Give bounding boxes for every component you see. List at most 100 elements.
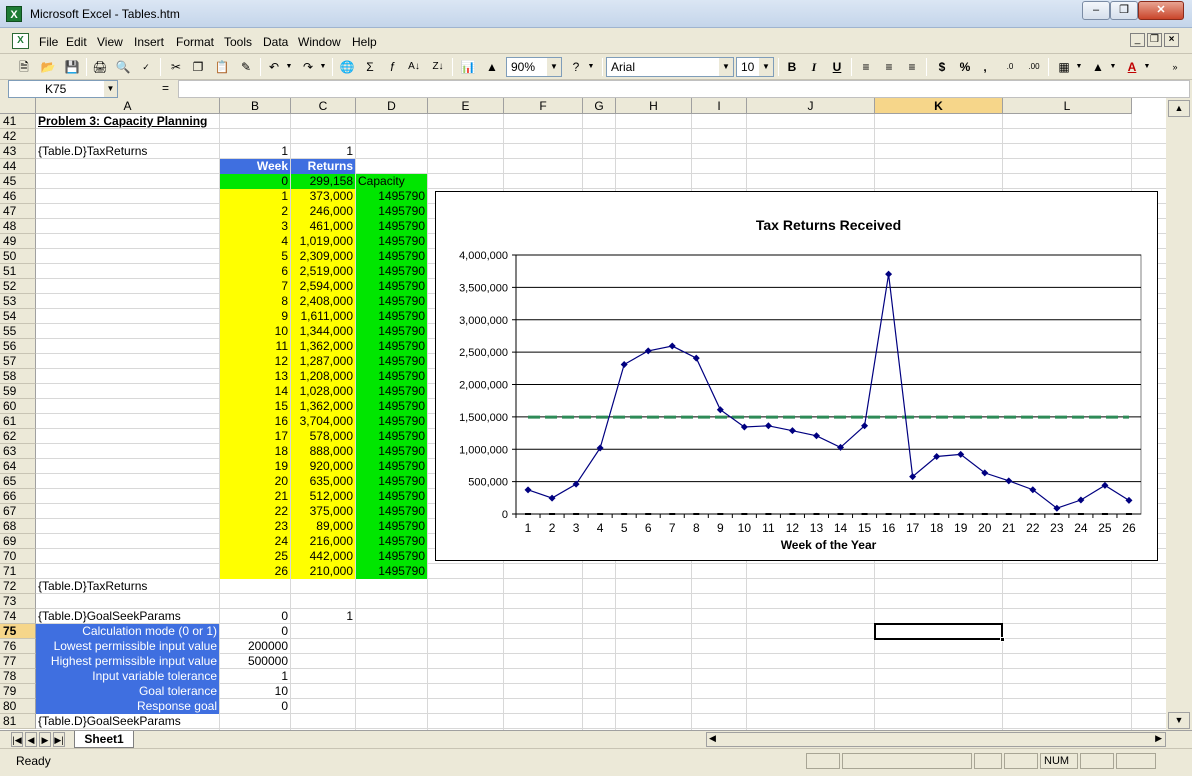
font-color-dropdown-icon[interactable]: ▼ bbox=[1142, 57, 1152, 77]
select-all-corner[interactable] bbox=[0, 98, 36, 114]
row-header-72[interactable]: 72 bbox=[0, 579, 36, 594]
header-week[interactable]: Week bbox=[220, 159, 290, 174]
capacity-cell[interactable]: 1495790 bbox=[356, 504, 427, 519]
tab-sheet1[interactable]: Sheet1 bbox=[74, 731, 134, 748]
returns-cell[interactable]: 375,000 bbox=[291, 504, 355, 519]
row-header-49[interactable]: 49 bbox=[0, 234, 36, 249]
menu-window[interactable]: Window bbox=[298, 35, 341, 49]
menu-insert[interactable]: Insert bbox=[134, 35, 164, 49]
row-header-53[interactable]: 53 bbox=[0, 294, 36, 309]
returns-cell[interactable]: 512,000 bbox=[291, 489, 355, 504]
week-cell[interactable]: 17 bbox=[220, 429, 290, 444]
capacity-label[interactable]: Capacity bbox=[356, 174, 427, 189]
week-cell[interactable]: 6 bbox=[220, 264, 290, 279]
row-header-77[interactable]: 77 bbox=[0, 654, 36, 669]
fill-handle[interactable] bbox=[1000, 637, 1005, 642]
underline-icon[interactable]: U bbox=[827, 57, 847, 77]
week-cell[interactable]: 19 bbox=[220, 459, 290, 474]
returns-cell[interactable]: 442,000 bbox=[291, 549, 355, 564]
week-cell[interactable]: 23 bbox=[220, 519, 290, 534]
row-header-57[interactable]: 57 bbox=[0, 354, 36, 369]
week-cell[interactable]: 7 bbox=[220, 279, 290, 294]
row-header-80[interactable]: 80 bbox=[0, 699, 36, 714]
param-value[interactable]: 0 bbox=[220, 624, 290, 639]
bold-icon[interactable]: B bbox=[782, 57, 802, 77]
undo-dropdown-icon[interactable]: ▼ bbox=[284, 57, 294, 77]
row-header-70[interactable]: 70 bbox=[0, 549, 36, 564]
row-header-51[interactable]: 51 bbox=[0, 264, 36, 279]
row-header-46[interactable]: 46 bbox=[0, 189, 36, 204]
week-cell[interactable]: 14 bbox=[220, 384, 290, 399]
returns-cell[interactable]: 635,000 bbox=[291, 474, 355, 489]
copy-icon[interactable]: ❐ bbox=[188, 57, 208, 77]
row-header-55[interactable]: 55 bbox=[0, 324, 36, 339]
row-header-71[interactable]: 71 bbox=[0, 564, 36, 579]
next-sheet-icon[interactable]: ▶ bbox=[39, 732, 51, 747]
cell-a74[interactable]: {Table.D}GoalSeekParams bbox=[36, 609, 219, 624]
week-cell[interactable]: 8 bbox=[220, 294, 290, 309]
capacity-cell[interactable]: 1495790 bbox=[356, 234, 427, 249]
capacity-cell[interactable]: 1495790 bbox=[356, 219, 427, 234]
vertical-scrollbar[interactable]: ▲ ▼ bbox=[1166, 98, 1192, 730]
column-header-g[interactable]: G bbox=[583, 98, 616, 114]
row-header-66[interactable]: 66 bbox=[0, 489, 36, 504]
row-header-79[interactable]: 79 bbox=[0, 684, 36, 699]
week-cell[interactable]: 16 bbox=[220, 414, 290, 429]
param-value[interactable]: 1 bbox=[220, 669, 290, 684]
returns-cell[interactable]: 888,000 bbox=[291, 444, 355, 459]
column-header-j[interactable]: J bbox=[747, 98, 875, 114]
param-label[interactable]: Goal tolerance bbox=[36, 684, 219, 699]
toolbar-options-icon[interactable]: » bbox=[1168, 57, 1182, 77]
scroll-track[interactable] bbox=[1168, 120, 1190, 724]
cell-a41-heading[interactable]: Problem 3: Capacity Planning bbox=[36, 114, 219, 129]
column-header-f[interactable]: F bbox=[504, 98, 583, 114]
row-header-60[interactable]: 60 bbox=[0, 399, 36, 414]
font-name-select[interactable]: Arial ▼ bbox=[606, 57, 734, 77]
font-size-select[interactable]: 10 ▼ bbox=[736, 57, 774, 77]
row-header-61[interactable]: 61 bbox=[0, 414, 36, 429]
cut-icon[interactable]: ✂ bbox=[166, 57, 186, 77]
first-sheet-icon[interactable]: |◀ bbox=[11, 732, 23, 747]
scroll-left-icon[interactable]: ◀ bbox=[709, 733, 716, 744]
capacity-cell[interactable]: 1495790 bbox=[356, 459, 427, 474]
capacity-cell[interactable]: 1495790 bbox=[356, 489, 427, 504]
capacity-cell[interactable]: 1495790 bbox=[356, 279, 427, 294]
column-header-e[interactable]: E bbox=[428, 98, 504, 114]
returns-cell[interactable]: 2,519,000 bbox=[291, 264, 355, 279]
borders-dropdown-icon[interactable]: ▼ bbox=[1074, 57, 1084, 77]
print-icon[interactable]: 🖨 bbox=[90, 57, 110, 77]
capacity-cell[interactable]: 1495790 bbox=[356, 384, 427, 399]
returns-cell[interactable]: 246,000 bbox=[291, 204, 355, 219]
row-header-59[interactable]: 59 bbox=[0, 384, 36, 399]
capacity-cell[interactable]: 1495790 bbox=[356, 534, 427, 549]
help-icon[interactable]: ? bbox=[566, 57, 586, 77]
doc-minimize-button[interactable]: _ bbox=[1130, 33, 1145, 47]
returns-cell[interactable]: 1,019,000 bbox=[291, 234, 355, 249]
row-header-68[interactable]: 68 bbox=[0, 519, 36, 534]
week-cell[interactable]: 15 bbox=[220, 399, 290, 414]
name-box[interactable]: K75 ▼ bbox=[8, 80, 118, 98]
week-cell[interactable]: 13 bbox=[220, 369, 290, 384]
returns-cell[interactable]: 1,362,000 bbox=[291, 339, 355, 354]
selected-cell-k75[interactable] bbox=[874, 623, 1005, 642]
prev-sheet-icon[interactable]: ◀ bbox=[25, 732, 37, 747]
format-painter-icon[interactable]: ✎ bbox=[236, 57, 256, 77]
returns-cell[interactable]: 210,000 bbox=[291, 564, 355, 579]
capacity-cell[interactable]: 1495790 bbox=[356, 189, 427, 204]
row-header-81[interactable]: 81 bbox=[0, 714, 36, 729]
week-cell[interactable]: 5 bbox=[220, 249, 290, 264]
minimize-button[interactable]: – bbox=[1082, 1, 1110, 20]
cell-a81[interactable]: {Table.D}GoalSeekParams bbox=[36, 714, 219, 729]
returns-cell[interactable]: 2,408,000 bbox=[291, 294, 355, 309]
capacity-cell[interactable]: 1495790 bbox=[356, 474, 427, 489]
capacity-cell[interactable]: 1495790 bbox=[356, 339, 427, 354]
row-header-54[interactable]: 54 bbox=[0, 309, 36, 324]
param-value[interactable]: 500000 bbox=[220, 654, 290, 669]
capacity-cell[interactable]: 1495790 bbox=[356, 309, 427, 324]
menu-tools[interactable]: Tools bbox=[224, 35, 252, 49]
horizontal-scrollbar[interactable]: ◀ ▶ bbox=[706, 732, 1166, 747]
doc-close-button[interactable]: × bbox=[1164, 33, 1179, 47]
excel-app-icon[interactable]: X bbox=[6, 6, 22, 22]
menu-view[interactable]: View bbox=[97, 35, 123, 49]
currency-icon[interactable]: $ bbox=[932, 57, 952, 77]
